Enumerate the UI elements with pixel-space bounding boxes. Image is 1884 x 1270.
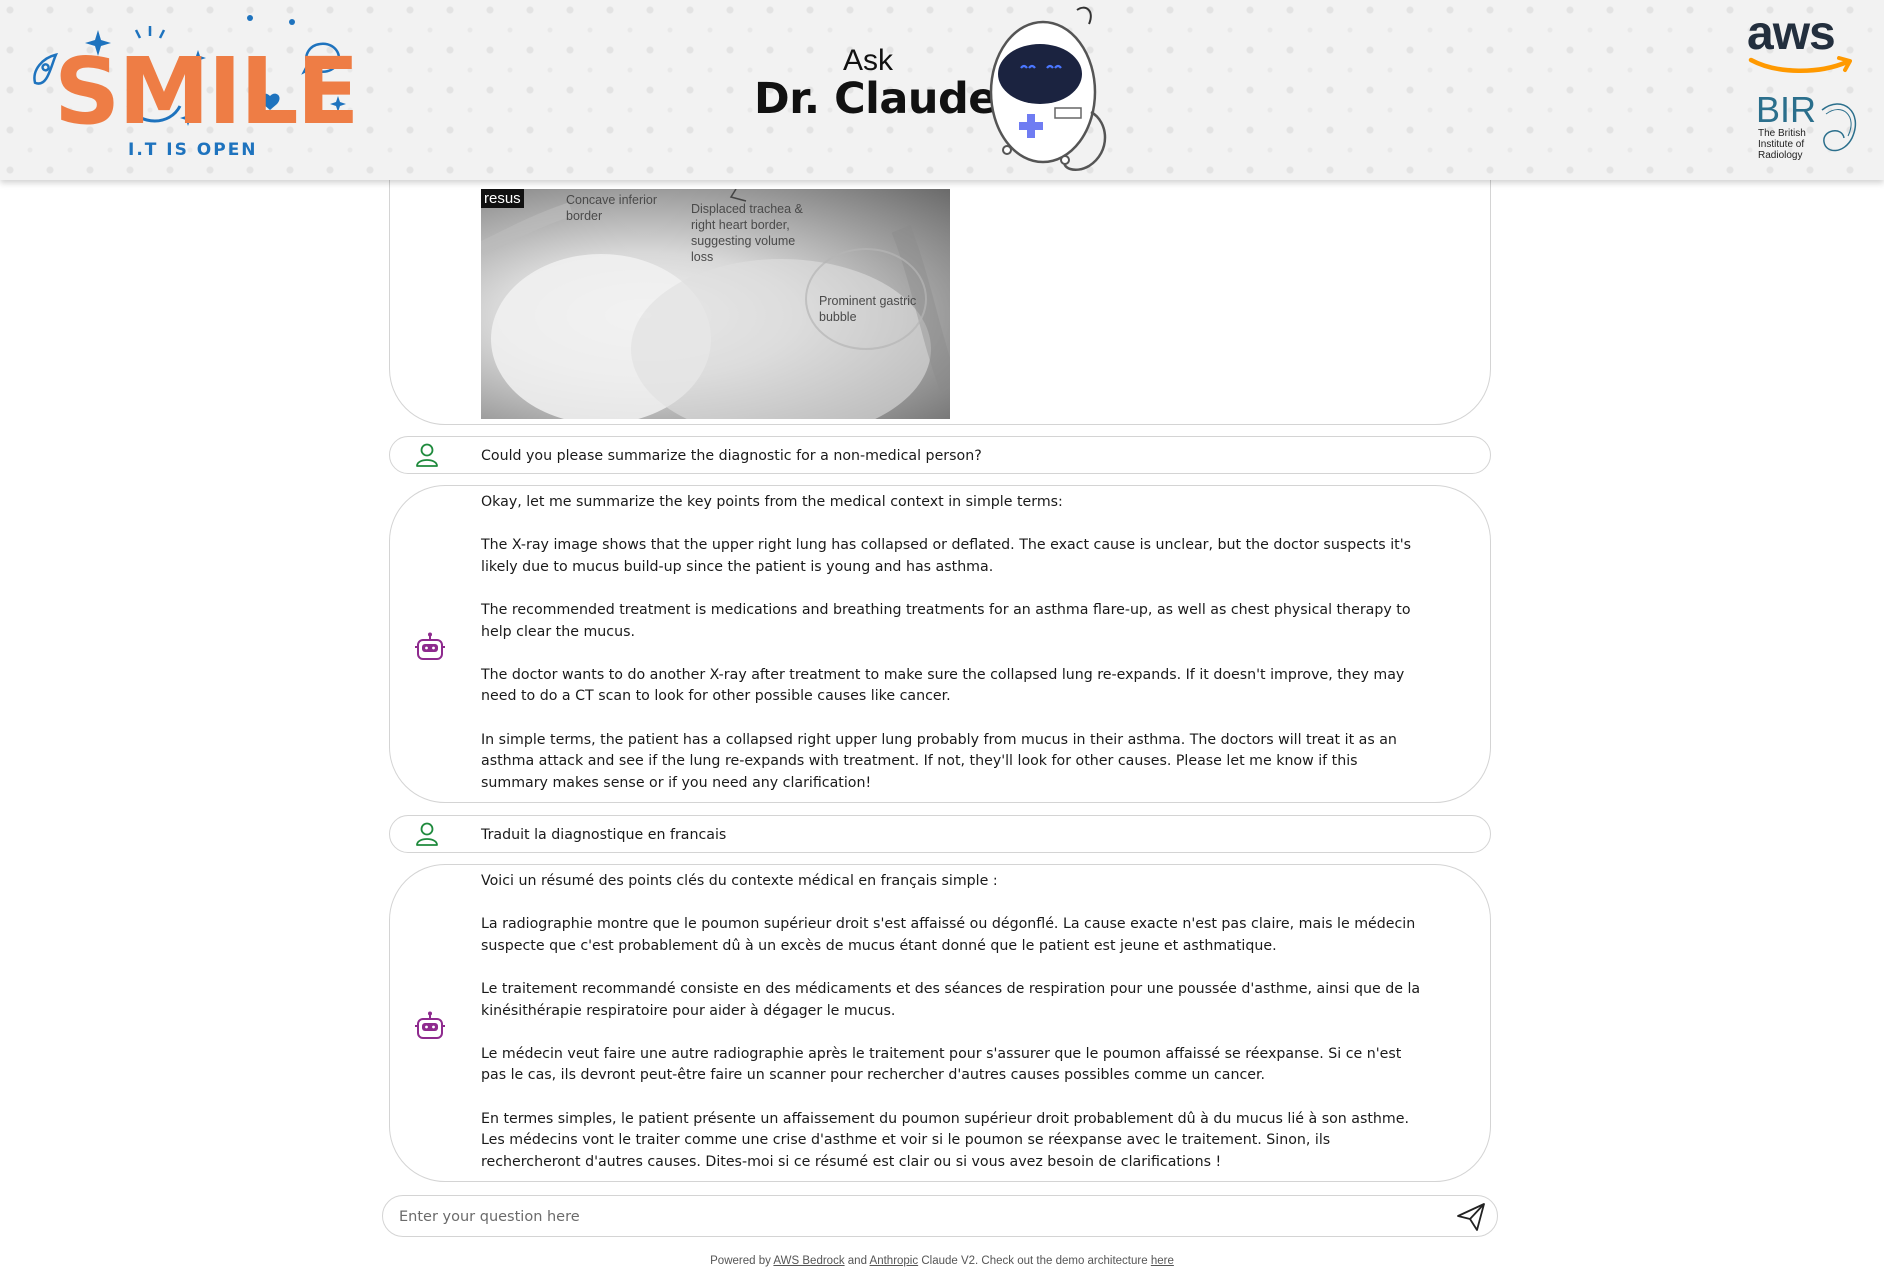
assistant-message-text: Okay, let me summarize the key points fr… <box>481 492 1421 794</box>
user-message: Traduit la diagnostique en francais <box>389 815 1491 853</box>
assistant-paragraph: Voici un résumé des points clés du conte… <box>481 873 998 889</box>
robot-icon <box>415 632 445 660</box>
user-message: Could you please summarize the diagnosti… <box>389 436 1491 474</box>
anthropic-link[interactable]: Anthropic <box>870 1255 919 1267</box>
assistant-message-text: Voici un résumé des points clés du conte… <box>481 871 1421 1173</box>
footer-and: and <box>847 1255 867 1267</box>
xray-image: resus Concave inferior border Displaced … <box>481 189 950 419</box>
aws-bedrock-link[interactable]: AWS Bedrock <box>773 1255 844 1267</box>
assistant-paragraph: En termes simples, le patient présente u… <box>481 1110 1409 1170</box>
assistant-message: Okay, let me summarize the key points fr… <box>389 485 1491 803</box>
header: SMILE I.T IS OPEN Ask Dr. Claude aws BIR… <box>0 0 1884 180</box>
bir-logo-word: BIR <box>1756 89 1817 130</box>
xray-annotation-gastric: Prominent gastric bubble <box>819 294 917 324</box>
robot-mascot-icon <box>989 6 1107 171</box>
question-input-box <box>382 1195 1498 1237</box>
assistant-message: Voici un résumé des points clés du conte… <box>389 864 1491 1182</box>
assistant-paragraph: Le médecin veut faire une autre radiogra… <box>481 1045 1402 1084</box>
page-title: Dr. Claude <box>754 74 997 124</box>
send-icon[interactable] <box>1455 1201 1487 1233</box>
footer: Powered by AWS Bedrock and Anthropic Cla… <box>0 1255 1884 1267</box>
assistant-paragraph: The doctor wants to do another X-ray aft… <box>481 666 1405 705</box>
assistant-paragraph: The recommended treatment is medications… <box>481 601 1411 640</box>
xray-annotation-concave: Concave inferior border <box>566 193 658 223</box>
bir-spiral-icon <box>1821 103 1857 152</box>
aws-logo-word: aws <box>1747 7 1836 60</box>
assistant-paragraph: La radiographie montre que le poumon sup… <box>481 916 1416 954</box>
chat-area: resus Concave inferior border Displaced … <box>0 0 1884 1270</box>
assistant-paragraph: In simple terms, the patient has a colla… <box>481 731 1397 791</box>
footer-prefix: Powered by <box>710 1255 771 1267</box>
smile-logo-tagline: I.T IS OPEN <box>128 140 258 160</box>
architecture-link[interactable]: here <box>1151 1255 1174 1267</box>
aws-logo: aws <box>1747 10 1857 76</box>
user-message-text: Could you please summarize the diagnosti… <box>481 448 982 464</box>
assistant-paragraph: Okay, let me summarize the key points fr… <box>481 494 1063 510</box>
user-icon <box>416 443 438 467</box>
bir-logo: BIR The British Institute of Radiology <box>1756 89 1857 164</box>
user-message-text: Traduit la diagnostique en francais <box>481 827 727 843</box>
title-ask: Ask <box>843 44 894 77</box>
smile-logo-word: SMILE <box>54 38 360 145</box>
question-input[interactable] <box>397 1204 1421 1230</box>
assistant-paragraph: The X-ray image shows that the upper rig… <box>481 537 1412 575</box>
robot-icon <box>415 1011 445 1039</box>
footer-middle: Claude V2. Check out the demo architectu… <box>921 1255 1148 1267</box>
user-icon <box>416 822 438 846</box>
xray-annotation-trachea: Displaced trachea & right heart border, … <box>691 202 803 264</box>
assistant-paragraph: Le traitement recommandé consiste en des… <box>481 980 1421 1019</box>
smile-logo: SMILE I.T IS OPEN <box>20 14 360 164</box>
